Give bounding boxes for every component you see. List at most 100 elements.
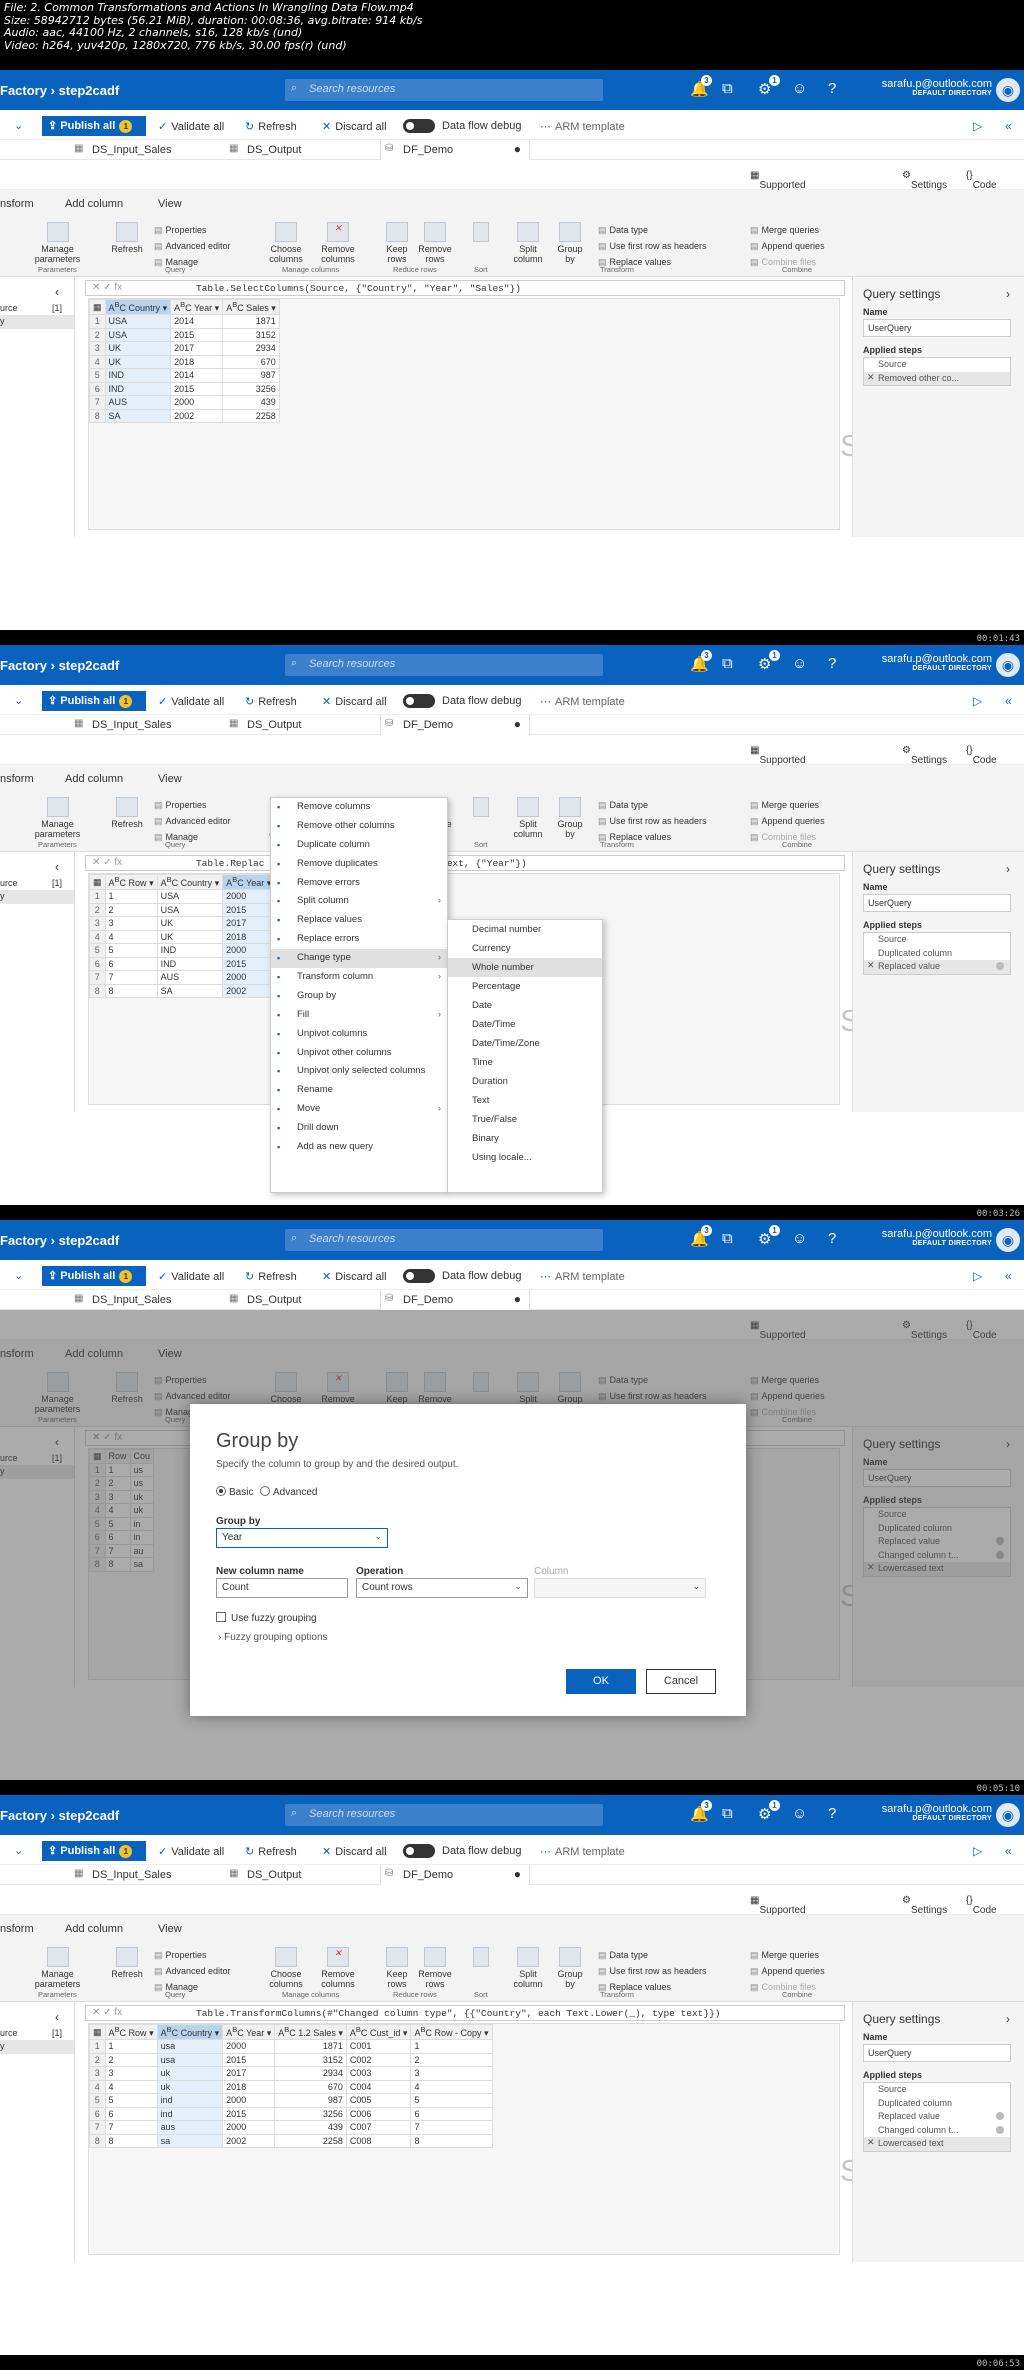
delete-step-icon[interactable]: ✕ (867, 372, 875, 383)
query-selected[interactable]: y (0, 2040, 74, 2054)
discard-all-button[interactable]: ✕ Discard all (322, 1270, 387, 1283)
publish-all-button[interactable]: ⇪ Publish all 1 (42, 1841, 146, 1861)
merge-queries-button[interactable]: ▤ Merge queries (750, 225, 819, 236)
context-menu-item[interactable]: ▪ Group by (271, 987, 447, 1006)
query-source[interactable]: urce (0, 2028, 18, 2038)
applied-step[interactable]: ✕ Lowercased text (864, 2137, 1010, 2151)
table-cell[interactable]: IND (156, 956, 224, 971)
table-cell[interactable]: C002 (345, 2052, 412, 2067)
query-selected[interactable]: y (0, 315, 74, 329)
collapse-icon[interactable]: « (1005, 694, 1012, 708)
data-type-dropdown[interactable]: ▤ Data type (598, 225, 648, 236)
table-cell[interactable]: 2017 (222, 916, 276, 931)
table-cell[interactable]: UK (104, 354, 172, 369)
run-icon[interactable]: ▷ (973, 119, 982, 133)
table-cell[interactable]: uk (156, 2066, 224, 2081)
chevron-right-icon[interactable]: › (1006, 287, 1010, 301)
table-cell[interactable]: 2002 (170, 408, 224, 423)
context-menu-item[interactable]: ▪ Add as new query (271, 1138, 447, 1157)
context-menu-item[interactable]: ▪ Unpivot other columns (271, 1044, 447, 1063)
group-by-button[interactable]: Group by (552, 797, 588, 839)
remove-columns-button[interactable]: ✕Remove columns (312, 1947, 364, 1989)
account-info[interactable]: sarafu.p@outlook.com DEFAULT DIRECTORY (870, 653, 992, 672)
use-first-row-button[interactable]: ▤ Use first row as headers (598, 241, 707, 252)
table-cell[interactable]: IND (104, 381, 172, 396)
column-header[interactable]: ABC Country ▾ (104, 299, 172, 315)
table-cell[interactable]: C006 (345, 2106, 412, 2121)
table-cell[interactable]: 1871 (222, 314, 280, 329)
column-header[interactable]: ABC Country ▾ (156, 874, 224, 890)
remove-columns-button[interactable]: ✕Remove columns (312, 222, 364, 264)
table-cell[interactable]: 4 (104, 2079, 158, 2094)
code-link[interactable]: {} Code (966, 1895, 997, 1916)
table-cell[interactable]: 2934 (274, 2066, 347, 2081)
table-cell[interactable]: 3152 (274, 2052, 347, 2067)
merge-queries-button[interactable]: ▤ Merge queries (750, 1950, 819, 1961)
ok-button[interactable]: OK (566, 1669, 636, 1694)
basic-radio[interactable]: Basic (216, 1486, 253, 1498)
table-cell[interactable]: ind (156, 2106, 224, 2121)
ribbon-tab-view[interactable]: View (158, 773, 182, 785)
manage-parameters-button[interactable]: Manage parameters (30, 1947, 85, 1989)
submenu-item[interactable]: Using locale... (448, 1148, 602, 1167)
table-cell[interactable]: 670 (274, 2079, 347, 2094)
table-cell[interactable]: uk (156, 2079, 224, 2094)
chevron-down-icon[interactable]: ⌄ (14, 119, 23, 132)
group-by-button[interactable]: Group by (552, 1947, 588, 1989)
collapse-icon[interactable]: « (1005, 1269, 1012, 1283)
collapse-queries-icon[interactable]: ‹ (55, 285, 59, 299)
applied-step[interactable]: Duplicated column (864, 947, 1010, 961)
refresh-preview-button[interactable]: Refresh (108, 1947, 146, 1979)
table-cell[interactable]: usa (156, 2052, 224, 2067)
fuzzy-options-toggle[interactable]: › Fuzzy grouping options (218, 1632, 328, 1643)
submenu-item[interactable]: Date (448, 996, 602, 1015)
table-cell[interactable]: C005 (345, 2093, 412, 2108)
submenu-item[interactable]: Duration (448, 1072, 602, 1091)
table-cell[interactable]: SA (156, 983, 224, 998)
table-cell[interactable]: 3256 (222, 381, 280, 396)
help-icon[interactable]: ? (828, 1230, 836, 1247)
query-name-input[interactable]: UserQuery (863, 894, 1011, 912)
submenu-item[interactable]: Percentage (448, 977, 602, 996)
table-cell[interactable]: USA (104, 327, 172, 342)
table-cell[interactable]: 2015 (222, 2052, 276, 2067)
table-cell[interactable]: 2014 (170, 314, 224, 329)
table-cell[interactable]: 8 (104, 2133, 158, 2148)
table-cell[interactable]: 2000 (222, 2039, 276, 2054)
arm-template-button[interactable]: ⋯ ARM template (540, 1270, 625, 1283)
ribbon-tab-add-column[interactable]: Add column (65, 773, 123, 785)
product-breadcrumb[interactable]: Factory › step2cadf (0, 658, 119, 673)
split-column-button[interactable]: Split column (504, 222, 552, 264)
help-icon[interactable]: ? (828, 80, 836, 97)
account-info[interactable]: sarafu.p@outlook.com DEFAULT DIRECTORY (870, 1803, 992, 1822)
table-cell[interactable]: AUS (156, 970, 224, 985)
directory-icon[interactable]: ⧉ (722, 80, 733, 97)
refresh-button[interactable]: ↻ Refresh (245, 695, 297, 708)
formula-bar[interactable]: ✕ ✓ fx Table.SelectColumns(Source, {"Coun… (85, 280, 845, 296)
column-header[interactable]: ABC Year ▾ (222, 2024, 276, 2040)
collapse-icon[interactable]: « (1005, 119, 1012, 133)
table-cell[interactable]: 2018 (222, 2079, 276, 2094)
applied-step[interactable]: Source (864, 933, 1010, 947)
table-cell[interactable]: 2000 (170, 395, 224, 410)
column-select[interactable]: ⌄ (534, 1578, 706, 1598)
submenu-item[interactable]: Decimal number (448, 920, 602, 939)
table-cell[interactable]: 2000 (222, 970, 276, 985)
supported-transformations-link[interactable]: ▦ Supported transformations (750, 170, 828, 202)
supported-transformations-link[interactable]: ▦ Supported transformations (750, 745, 828, 777)
supported-transformations-link[interactable]: ▦ Supported transformations (750, 1895, 828, 1927)
table-cell[interactable]: 6 (410, 2106, 493, 2121)
table-cell[interactable]: 2000 (222, 2093, 276, 2108)
advanced-editor-button[interactable]: ▤ Advanced editor (154, 1966, 231, 1977)
choose-columns-button[interactable]: Choose columns (262, 1947, 310, 1989)
table-cell[interactable]: 987 (274, 2093, 347, 2108)
new-column-input[interactable]: Count (216, 1578, 348, 1598)
table-cell[interactable]: 2015 (222, 902, 276, 917)
table-cell[interactable]: 2 (104, 902, 158, 917)
manage-parameters-button[interactable]: Manage parameters (30, 222, 85, 264)
search-input[interactable]: ⌕ Search resources (285, 1804, 603, 1826)
operation-select[interactable]: Count rows ⌄ (356, 1578, 528, 1598)
table-cell[interactable]: 1 (104, 889, 158, 904)
refresh-button[interactable]: ↻ Refresh (245, 1270, 297, 1283)
context-menu-item[interactable]: ▪ Remove columns (271, 798, 447, 817)
